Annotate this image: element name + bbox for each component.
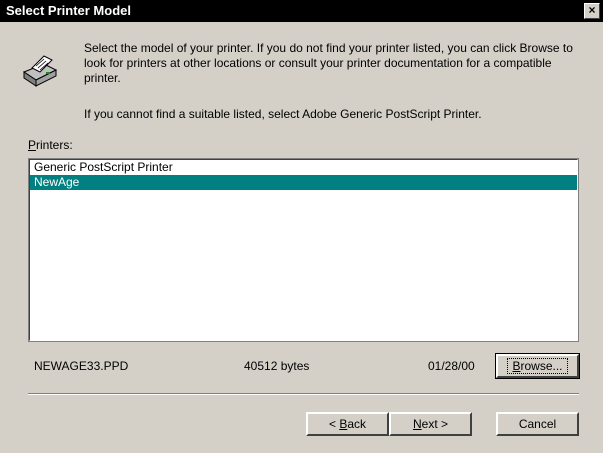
fallback-instruction-line: If you cannot find a suitable listed, se… [84, 107, 482, 121]
next-button[interactable]: Next > [389, 412, 472, 436]
list-item-newage[interactable]: NewAge [30, 175, 577, 190]
printers-label-accel: P [28, 138, 37, 152]
browse-rest: rowse... [520, 359, 563, 373]
file-name: NEWAGE33.PPD [34, 359, 129, 373]
cancel-button[interactable]: Cancel [496, 412, 579, 436]
next-accel: N [412, 417, 422, 431]
file-size: 40512 bytes [244, 359, 310, 373]
browse-accel: B [512, 359, 521, 373]
printer-icon [22, 55, 58, 87]
file-info-bar: NEWAGE33.PPD 40512 bytes 01/28/00 Browse… [28, 352, 580, 379]
instruction-text: Select the model of your printer. If you… [84, 41, 573, 85]
printers-label: Printers: [28, 138, 73, 152]
back-arrow: < [328, 417, 340, 431]
back-rest: ack [347, 417, 367, 431]
back-button[interactable]: < Back [306, 412, 389, 436]
separator [28, 393, 579, 395]
browse-button[interactable]: Browse... [495, 353, 580, 379]
printers-label-rest: rinters: [36, 138, 73, 152]
close-icon: × [588, 3, 596, 17]
title-bar[interactable]: Select Printer Model × [0, 0, 603, 22]
fallback-instruction-text: If you cannot find a suitable listed, se… [84, 107, 594, 121]
browse-button-label: Browse... [507, 358, 568, 374]
list-item-generic-postscript[interactable]: Generic PostScript Printer [30, 160, 577, 175]
file-date: 01/28/00 [428, 359, 475, 373]
next-rest: ext > [421, 417, 449, 431]
select-printer-model-dialog: Select Printer Model × Select the model … [0, 0, 603, 453]
close-button[interactable]: × [584, 3, 600, 19]
printers-listbox[interactable]: Generic PostScript Printer NewAge [28, 158, 579, 342]
dialog-title: Select Printer Model [6, 3, 131, 18]
